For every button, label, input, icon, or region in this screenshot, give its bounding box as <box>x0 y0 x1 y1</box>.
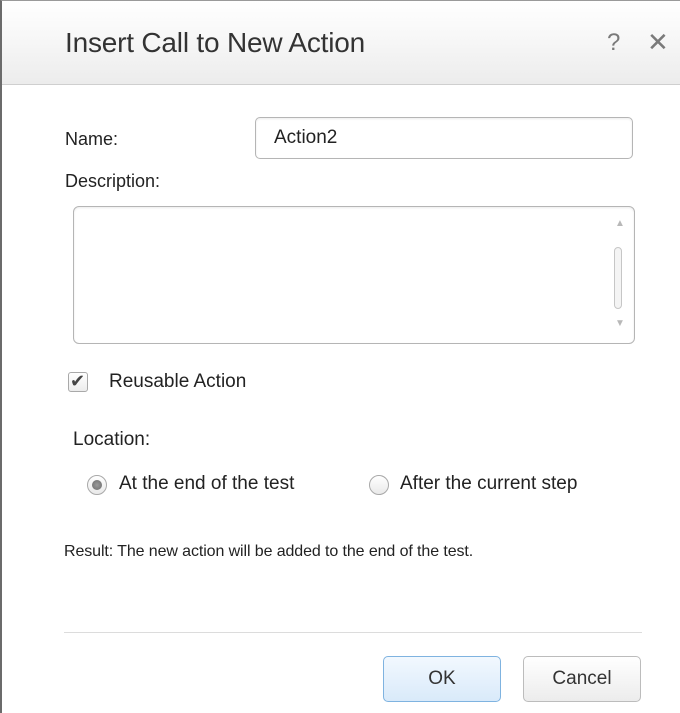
scroll-up-arrow-icon[interactable]: ▲ <box>615 219 625 229</box>
reusable-action-label[interactable]: Reusable Action <box>109 371 246 393</box>
footer-divider <box>64 632 642 633</box>
radio-selected-dot <box>92 480 102 490</box>
location-end-of-test-radio[interactable] <box>87 475 107 495</box>
description-scrollbar[interactable]: ▲ ▼ <box>612 213 628 337</box>
check-icon: ✔ <box>70 371 86 391</box>
close-icon[interactable]: ✕ <box>647 29 669 55</box>
description-field: ▲ ▼ <box>73 206 635 344</box>
location-end-of-test-label[interactable]: At the end of the test <box>119 473 294 495</box>
name-label: Name: <box>65 129 119 149</box>
title-bar: Insert Call to New Action ? ✕ <box>2 1 680 85</box>
scroll-thumb[interactable] <box>614 247 622 309</box>
scroll-down-arrow-icon[interactable]: ▼ <box>615 319 625 329</box>
result-text: Result: The new action will be added to … <box>64 543 474 560</box>
insert-call-dialog: Insert Call to New Action ? ✕ Name: Desc… <box>0 0 680 713</box>
location-after-current-step-radio[interactable] <box>369 475 389 495</box>
name-input[interactable] <box>255 117 633 159</box>
dialog-title: Insert Call to New Action <box>65 27 366 58</box>
description-textarea[interactable] <box>78 211 602 343</box>
ok-button[interactable]: OK <box>383 656 501 702</box>
location-after-current-step-label[interactable]: After the current step <box>400 473 577 495</box>
reusable-action-checkbox[interactable]: ✔ <box>68 371 88 392</box>
help-icon[interactable]: ? <box>607 31 620 55</box>
location-label: Location: <box>73 429 151 450</box>
cancel-button[interactable]: Cancel <box>523 656 641 702</box>
description-label: Description: <box>65 171 161 191</box>
